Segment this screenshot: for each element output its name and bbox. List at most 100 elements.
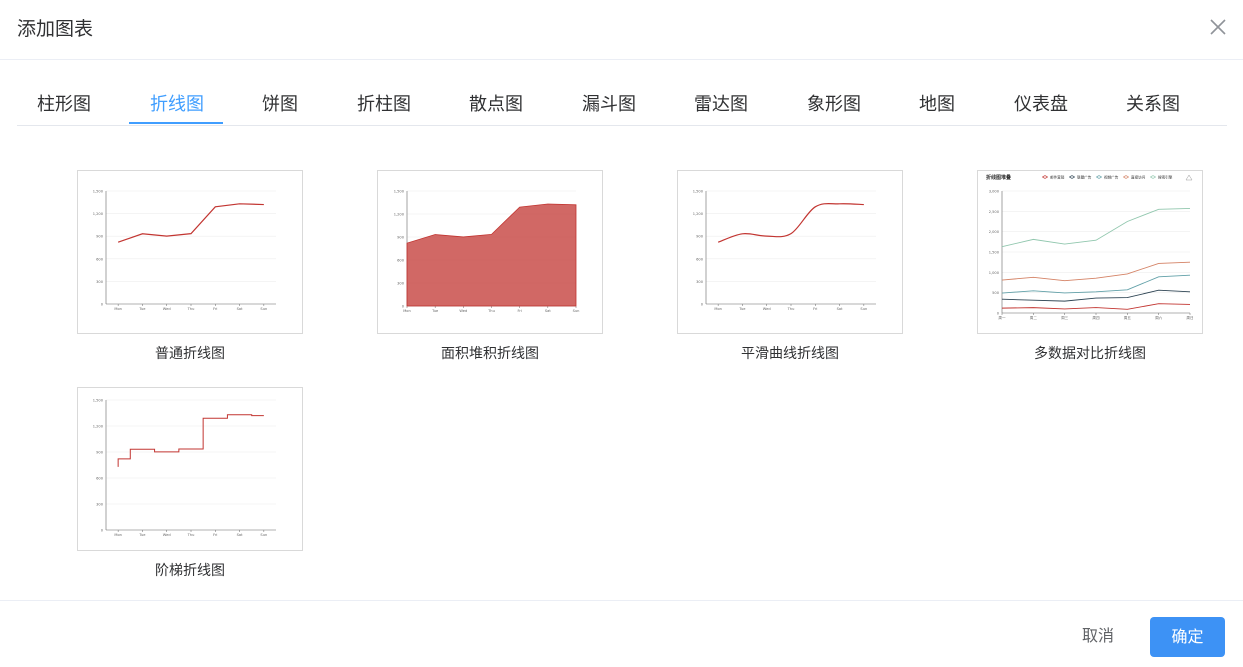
data-series-area	[406, 203, 577, 307]
y-tick-label: 1,000	[989, 271, 1000, 275]
tab-gauge-chart[interactable]: 仪表盘	[1014, 90, 1068, 116]
chart-option-basic-line[interactable]: 0 300 600 900 1,200 1,500 Mon Tue Wed Thu Fri Sat Su…	[77, 170, 303, 363]
y-tick-label: 600	[96, 477, 104, 481]
tab-line-chart[interactable]: 折线图	[150, 90, 204, 116]
chart-option-label: 阶梯折线图	[155, 563, 225, 579]
tab-funnel-chart[interactable]: 漏斗图	[582, 90, 636, 116]
x-tick-label: Thu	[187, 533, 195, 537]
x-tick-label: 周三	[1061, 315, 1069, 320]
x-tick-label: Tue	[138, 307, 146, 311]
x-tick-label: Fri	[213, 533, 217, 537]
y-tick-label: 500	[992, 291, 1000, 295]
legend-label: 直接访问	[1131, 174, 1146, 179]
legend-marker	[1151, 175, 1155, 179]
thumbnail-smooth-line: 0 300 600 900 1,200 1,500 Mon Tue Wed Thu Fri Sat Su…	[677, 170, 903, 334]
legend-label: 联盟广告	[1077, 174, 1092, 179]
x-tick-label: Sun	[860, 307, 867, 311]
y-tick-label: 1,200	[93, 425, 104, 429]
chart-option-label: 多数据对比折线图	[1034, 346, 1146, 362]
chart-option-label: 普通折线图	[155, 346, 225, 362]
x-tick-label: Fri	[813, 307, 817, 311]
chart-option-label: 面积堆积折线图	[441, 346, 539, 362]
data-series-line	[117, 414, 264, 467]
x-tick-label: Sat	[237, 307, 243, 311]
y-tick-label: 1,500	[693, 190, 704, 194]
x-tick-label: Fri	[213, 307, 217, 311]
y-tick-label: 1,200	[394, 213, 405, 217]
tab-line-bar-chart[interactable]: 折柱图	[357, 90, 411, 116]
y-tick-label: 1,200	[93, 212, 104, 216]
y-tick-label: 1,500	[93, 190, 104, 194]
x-tick-label: Sat	[837, 307, 843, 311]
y-tick-label: 600	[397, 259, 405, 263]
y-tick-label: 900	[696, 235, 704, 239]
dialog-header: 添加图表	[0, 0, 1243, 60]
y-tick-label: 3,000	[989, 190, 1000, 194]
data-series-line	[1001, 303, 1191, 310]
chart-option-stacked-area[interactable]: 0 300 600 900 1,200 1,500 Mon Tue Wed Thu Fri Sat Su…	[377, 170, 603, 363]
thumbnail-multi-compare: 折线图堆叠 邮件营销 联盟广告 视频广告 直接访问 搜索引擎 0 500 1,000 1,500 2…	[977, 170, 1203, 334]
y-tick-label: 900	[96, 451, 104, 455]
confirm-button[interactable]: 确定	[1150, 617, 1225, 657]
x-tick-label: Wed	[763, 307, 771, 311]
legend-marker	[1043, 175, 1047, 179]
tab-pictorial-chart[interactable]: 象形图	[807, 90, 861, 116]
tab-pie-chart[interactable]: 饼图	[262, 90, 298, 116]
add-chart-dialog: 添加图表 柱形图 折线图 饼图 折柱图 散点图 漏斗图 雷达图 象形图 地图 仪…	[0, 0, 1243, 666]
tab-bar-chart[interactable]: 柱形图	[37, 90, 91, 116]
y-tick-label: 1,500	[394, 190, 405, 194]
x-tick-label: Mon	[114, 533, 122, 537]
x-tick-label: 周日	[1186, 315, 1193, 320]
chart-type-tabs: 柱形图 折线图 饼图 折柱图 散点图 漏斗图 雷达图 象形图 地图 仪表盘 关系…	[17, 80, 1227, 126]
x-tick-label: Thu	[187, 307, 195, 311]
x-tick-label: 周二	[1030, 315, 1038, 320]
dialog-footer: 取消 确定	[0, 600, 1243, 667]
x-tick-label: 周五	[1124, 315, 1132, 320]
chart-option-multi-compare[interactable]: 折线图堆叠 邮件营销 联盟广告 视频广告 直接访问 搜索引擎 0 500 1,000 1,500 2…	[977, 170, 1203, 363]
y-tick-label: 0	[101, 303, 104, 307]
tab-radar-chart[interactable]: 雷达图	[694, 90, 748, 116]
x-tick-label: Wed	[163, 533, 171, 537]
y-tick-label: 2,500	[989, 210, 1000, 214]
y-tick-label: 600	[696, 257, 704, 261]
x-tick-label: Sat	[237, 533, 243, 537]
legend-marker	[1070, 175, 1074, 179]
y-tick-label: 0	[402, 305, 405, 309]
close-icon[interactable]	[1207, 16, 1229, 38]
y-tick-label: 900	[397, 236, 405, 240]
thumbnail-basic-line: 0 300 600 900 1,200 1,500 Mon Tue Wed Thu Fri Sat Su…	[77, 170, 303, 334]
x-tick-label: Sat	[545, 309, 551, 313]
y-tick-label: 1,500	[93, 399, 104, 403]
x-tick-label: Thu	[787, 307, 795, 311]
y-tick-label: 300	[96, 503, 104, 507]
x-tick-label: 周一	[998, 315, 1006, 320]
x-tick-label: 周四	[1092, 315, 1100, 320]
x-tick-label: Mon	[114, 307, 122, 311]
chart-option-step-line[interactable]: 0 300 600 900 1,200 1,500 Mon Tue Wed Thu Fri Sat Su…	[77, 387, 303, 580]
x-tick-label: Tue	[431, 309, 439, 313]
legend-label: 搜索引擎	[1158, 174, 1173, 179]
x-tick-label: Thu	[487, 309, 495, 313]
y-tick-label: 0	[101, 529, 104, 533]
data-series-line	[1001, 261, 1191, 282]
legend-label: 视频广告	[1104, 174, 1119, 179]
y-tick-label: 0	[997, 312, 1000, 316]
y-tick-label: 1,200	[693, 212, 704, 216]
tab-graph-chart[interactable]: 关系图	[1126, 90, 1180, 116]
x-tick-label: Sun	[573, 309, 580, 313]
y-tick-label: 600	[96, 257, 104, 261]
x-tick-label: Tue	[138, 533, 146, 537]
y-tick-label: 300	[696, 280, 704, 284]
x-tick-label: Fri	[518, 309, 522, 313]
tab-map-chart[interactable]: 地图	[919, 90, 955, 116]
chart-option-smooth-line[interactable]: 0 300 600 900 1,200 1,500 Mon Tue Wed Thu Fri Sat Su…	[677, 170, 903, 363]
x-tick-label: Wed	[163, 307, 171, 311]
y-tick-label: 1,500	[989, 251, 1000, 255]
cancel-button[interactable]: 取消	[1062, 617, 1134, 655]
chart-option-label: 平滑曲线折线图	[741, 346, 839, 362]
y-tick-label: 0	[701, 303, 704, 307]
x-tick-label: Tue	[738, 307, 746, 311]
tab-scatter-chart[interactable]: 散点图	[469, 90, 523, 116]
thumbnail-step-line: 0 300 600 900 1,200 1,500 Mon Tue Wed Thu Fri Sat Su…	[77, 387, 303, 551]
dialog-title: 添加图表	[17, 18, 94, 40]
